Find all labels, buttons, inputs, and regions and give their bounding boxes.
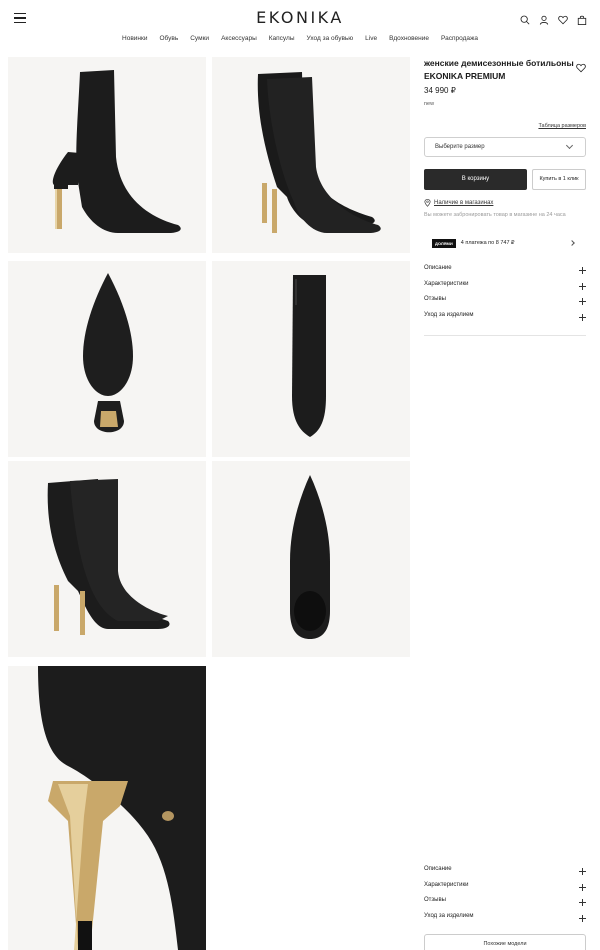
plus-icon [579, 298, 586, 305]
nav-item-new[interactable]: Новинки [122, 35, 147, 42]
plus-icon [579, 283, 586, 290]
nav-item-shoes[interactable]: Обувь [160, 35, 179, 42]
product-photo-angled[interactable] [8, 461, 206, 657]
accordion-label: Характеристики [424, 281, 469, 287]
nav-item-shoe-care[interactable]: Уход за обувью [307, 35, 354, 42]
reserve-note: Вы можете забронировать товар в магазине… [424, 212, 566, 218]
similar-models-button[interactable]: Похожие модели [424, 934, 586, 950]
product-photo-detail[interactable] [8, 666, 206, 950]
product-photo-pair[interactable] [212, 57, 410, 253]
accordion-label: Отзывы [424, 897, 446, 903]
accordion-description[interactable]: Описание [424, 265, 586, 280]
favorite-heart-icon[interactable] [576, 60, 586, 73]
accordion-reviews[interactable]: Отзывы [424, 296, 586, 311]
product-price: 34 990 ₽ [424, 86, 456, 95]
accordion-description-sticky[interactable]: Описание [424, 866, 586, 881]
size-select[interactable]: Выберите размер [424, 137, 586, 157]
chevron-down-icon [565, 141, 574, 150]
accordion-label: Отзывы [424, 296, 446, 302]
search-icon[interactable] [520, 12, 530, 25]
size-table-link[interactable]: Таблица размеров [538, 123, 586, 129]
accordion-characteristics[interactable]: Характеристики [424, 281, 586, 296]
header-icons [520, 12, 587, 26]
location-pin-icon [424, 199, 431, 207]
accordion-label: Характеристики [424, 882, 469, 888]
accordion-label: Описание [424, 265, 452, 271]
dolyami-badge: ДОЛЯМИ [432, 238, 456, 248]
product-photo-sole[interactable] [8, 261, 206, 457]
plus-icon [579, 267, 586, 274]
new-tag: new [424, 101, 435, 107]
product-photo-top[interactable] [212, 461, 410, 657]
accordion-reviews-sticky[interactable]: Отзывы [424, 897, 586, 912]
heart-icon[interactable] [558, 12, 568, 25]
buy-one-click-button[interactable]: Купить в 1 клик [532, 169, 586, 190]
store-availability-label: Наличие в магазинах [434, 200, 494, 206]
accordion-label: Уход за изделием [424, 312, 474, 318]
nav-item-capsules[interactable]: Капсулы [269, 35, 295, 42]
product-info: женские демисезонные ботильоны EKONIKA P… [424, 57, 586, 336]
nav-item-inspiration[interactable]: Вдохновение [389, 35, 429, 42]
store-availability-link[interactable]: Наличие в магазинах [424, 199, 493, 207]
divider [424, 335, 586, 336]
add-to-cart-button[interactable]: В корзину [424, 169, 527, 190]
plus-icon [579, 884, 586, 891]
product-gallery [8, 57, 410, 950]
nav-item-accessories[interactable]: Аксессуары [221, 35, 257, 42]
main-nav: Новинки Обувь Сумки Аксессуары Капсулы У… [0, 35, 600, 42]
bag-icon[interactable] [577, 12, 587, 26]
plus-icon [579, 314, 586, 321]
accordion-care-sticky[interactable]: Уход за изделием [424, 913, 586, 928]
size-select-label: Выберите размер [435, 144, 485, 150]
installment-text: 4 платежа по 8 747 ₽ [460, 240, 515, 246]
product-title: женские демисезонные ботильоны EKONIKA P… [424, 58, 574, 81]
installment-banner[interactable]: ДОЛЯМИ 4 платежа по 8 747 ₽ [424, 234, 586, 252]
plus-icon [579, 915, 586, 922]
site-logo[interactable]: EKONIKA [0, 8, 600, 27]
accordion-label: Уход за изделием [424, 913, 474, 919]
similar-label: Похожие модели [483, 941, 527, 947]
product-photo-back[interactable] [212, 261, 410, 457]
product-photo-side[interactable] [8, 57, 206, 253]
nav-item-sale[interactable]: Распродажа [441, 35, 478, 42]
accordion-characteristics-sticky[interactable]: Характеристики [424, 882, 586, 897]
accordion-care[interactable]: Уход за изделием [424, 312, 586, 327]
accordion-label: Описание [424, 866, 452, 872]
user-icon[interactable] [539, 12, 549, 25]
plus-icon [579, 899, 586, 906]
site-header: EKONIKA Новинки Обувь Сумки Аксессуары К… [0, 0, 600, 52]
plus-icon [579, 868, 586, 875]
nav-item-bags[interactable]: Сумки [190, 35, 209, 42]
chevron-right-icon [569, 240, 575, 246]
nav-item-live[interactable]: Live [365, 35, 377, 42]
